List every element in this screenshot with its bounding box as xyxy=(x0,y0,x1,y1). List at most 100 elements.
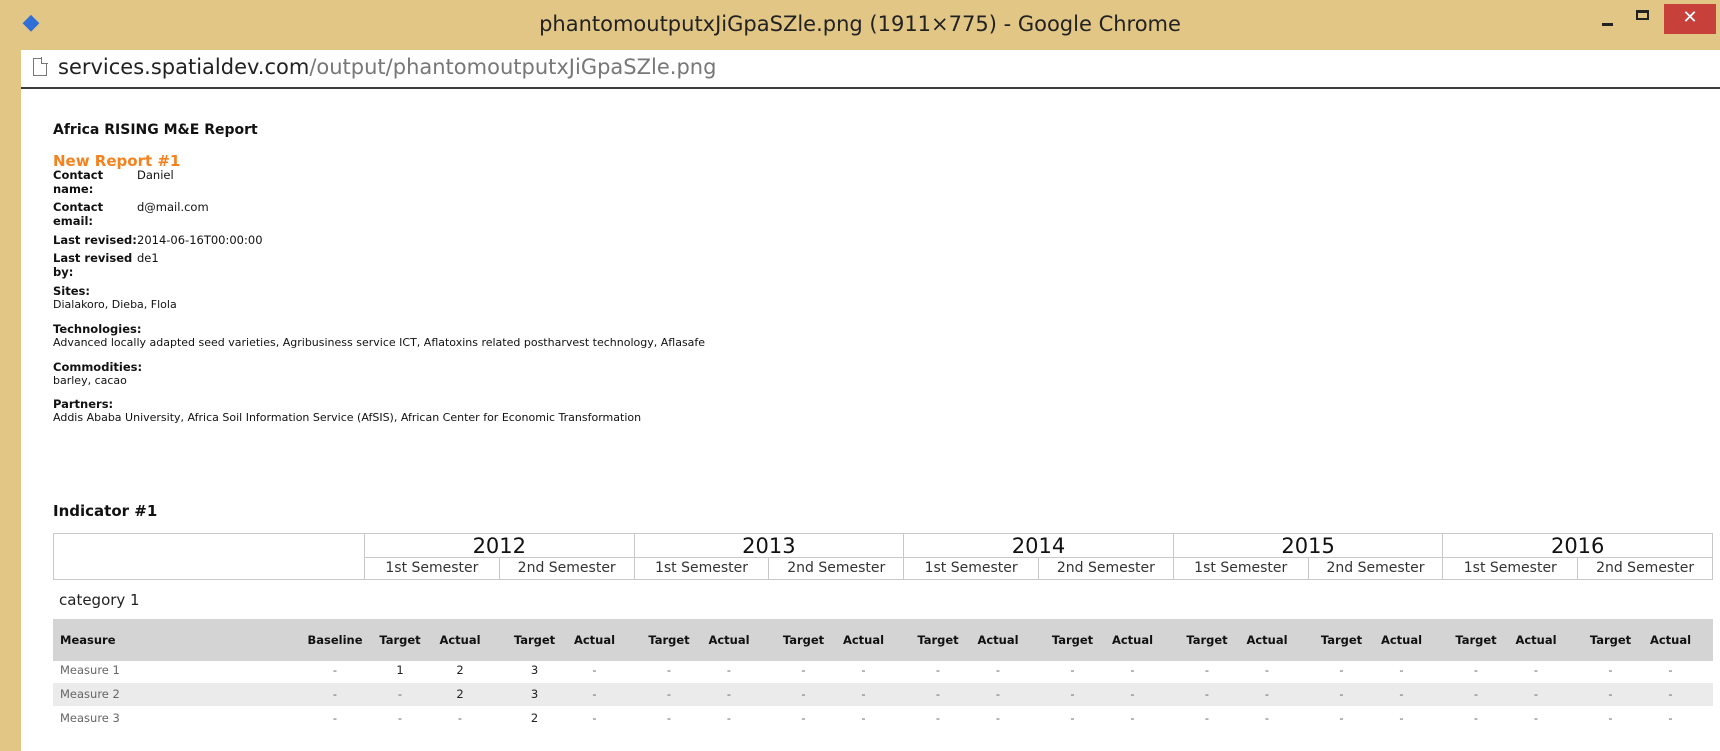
address-bar[interactable]: services.spatialdev.com/output/phantomou… xyxy=(21,50,1720,89)
window-frame-left xyxy=(0,50,21,751)
column-header-actual: Actual xyxy=(573,633,616,647)
column-header-actual: Actual xyxy=(439,633,481,647)
table-cell: - xyxy=(1339,711,1344,725)
year-header-2014: 2014 xyxy=(904,533,1174,558)
column-header-target: Target xyxy=(1455,633,1497,647)
semester-header: 2nd Semester xyxy=(1308,558,1444,580)
table-cell: - xyxy=(1204,711,1210,725)
column-header-actual: Actual xyxy=(1515,633,1557,647)
field-value: Daniel xyxy=(137,168,174,182)
table-cell: - xyxy=(592,687,597,701)
table-cell: - xyxy=(332,687,338,701)
table-cell: - xyxy=(861,663,866,677)
table-cell: - xyxy=(592,711,597,725)
column-header-actual: Actual xyxy=(1111,633,1154,647)
table-cell: - xyxy=(1204,687,1210,701)
table-cell: - xyxy=(861,711,866,725)
table-cell: - xyxy=(1608,711,1613,725)
table-cell: - xyxy=(726,687,732,701)
table-cell: - xyxy=(1130,687,1135,701)
category-label: category 1 xyxy=(59,591,140,609)
minimize-button[interactable] xyxy=(1590,6,1624,32)
table-cell: - xyxy=(1608,687,1613,701)
table-cell: - xyxy=(726,711,732,725)
window-titlebar: ◆ phantomoutputxJiGpaSZle.png (1911×775)… xyxy=(0,0,1720,50)
table-cell: - xyxy=(1399,663,1404,677)
column-header-actual: Actual xyxy=(1246,633,1288,647)
semester-header: 1st Semester xyxy=(1173,558,1309,580)
table-cell: - xyxy=(1608,663,1613,677)
field-value: 2014-06-16T00:00:00 xyxy=(137,233,263,247)
measure-name: Measure 3 xyxy=(60,711,120,725)
column-header-actual: Actual xyxy=(1380,633,1423,647)
maximize-button[interactable] xyxy=(1626,6,1660,32)
column-header-measure: Measure xyxy=(60,633,116,647)
column-header-baseline: Baseline xyxy=(307,633,363,647)
measure-name: Measure 1 xyxy=(60,663,120,677)
semester-header: 2nd Semester xyxy=(769,558,905,580)
table-cell: - xyxy=(332,711,338,725)
table-cell: - xyxy=(726,663,732,677)
table-cell: - xyxy=(397,687,403,701)
field-label: Contact name: xyxy=(53,168,104,196)
technologies-label: Technologies: xyxy=(53,322,142,336)
field-label: Last revised by: xyxy=(53,251,133,279)
column-header-target: Target xyxy=(1051,633,1094,647)
column-header-actual: Actual xyxy=(977,633,1019,647)
table-cell: - xyxy=(592,663,597,677)
table-cell: - xyxy=(397,711,403,725)
field-value: d@mail.com xyxy=(137,200,209,214)
table-cell: - xyxy=(1070,663,1075,677)
page-icon xyxy=(33,57,48,76)
table-cell: - xyxy=(457,711,463,725)
table-cell: - xyxy=(801,711,806,725)
sites-label: Sites: xyxy=(53,284,90,298)
table-cell: - xyxy=(1264,711,1270,725)
table-cell: - xyxy=(995,687,1001,701)
url-path: /output/phantomoutputxJiGpaSZle.png xyxy=(309,55,717,79)
table-cell: 2 xyxy=(530,711,539,725)
commodities-label: Commodities: xyxy=(53,360,143,374)
table-cell: - xyxy=(666,687,672,701)
partners-label: Partners: xyxy=(53,397,114,411)
table-cell: - xyxy=(1668,687,1673,701)
column-header-target: Target xyxy=(1589,633,1632,647)
column-header-actual: Actual xyxy=(708,633,750,647)
year-header-2013: 2013 xyxy=(634,533,905,558)
field-value: de1 xyxy=(137,251,159,265)
semester-header: 1st Semester xyxy=(904,558,1039,580)
table-cell: - xyxy=(801,663,806,677)
commodities-value: barley, cacao xyxy=(53,374,127,387)
table-cell: - xyxy=(935,711,941,725)
table-cell: 3 xyxy=(530,663,539,677)
table-corner-cell xyxy=(53,533,365,580)
semester-header: 1st Semester xyxy=(634,558,770,580)
table-cell: - xyxy=(332,663,338,677)
table-cell: - xyxy=(1204,663,1210,677)
table-cell: - xyxy=(1339,687,1344,701)
year-header-2015: 2015 xyxy=(1173,533,1444,558)
technologies-value: Advanced locally adapted seed varieties,… xyxy=(53,336,706,349)
url-text[interactable]: services.spatialdev.com/output/phantomou… xyxy=(58,55,716,79)
table-cell: 2 xyxy=(456,687,464,701)
table-cell: - xyxy=(1668,711,1673,725)
url-host: services.spatialdev.com xyxy=(58,55,310,79)
close-button[interactable]: ✕ xyxy=(1664,4,1716,34)
table-cell: - xyxy=(995,711,1001,725)
table-cell: - xyxy=(1130,663,1135,677)
table-cell: - xyxy=(1399,711,1404,725)
semester-header: 2nd Semester xyxy=(1039,558,1174,580)
semester-header: 1st Semester xyxy=(365,558,500,580)
table-cell: - xyxy=(1070,687,1075,701)
table-cell: - xyxy=(1473,687,1479,701)
column-header-target: Target xyxy=(513,633,556,647)
report-title: Africa RISING M&E Report xyxy=(53,122,258,138)
column-header-target: Target xyxy=(1186,633,1228,647)
column-header-target: Target xyxy=(648,633,690,647)
table-cell: - xyxy=(1533,687,1539,701)
table-cell: 1 xyxy=(396,663,404,677)
table-cell: - xyxy=(1533,711,1539,725)
column-header-target: Target xyxy=(917,633,959,647)
semester-header: 1st Semester xyxy=(1443,558,1579,580)
column-header-target: Target xyxy=(1320,633,1363,647)
